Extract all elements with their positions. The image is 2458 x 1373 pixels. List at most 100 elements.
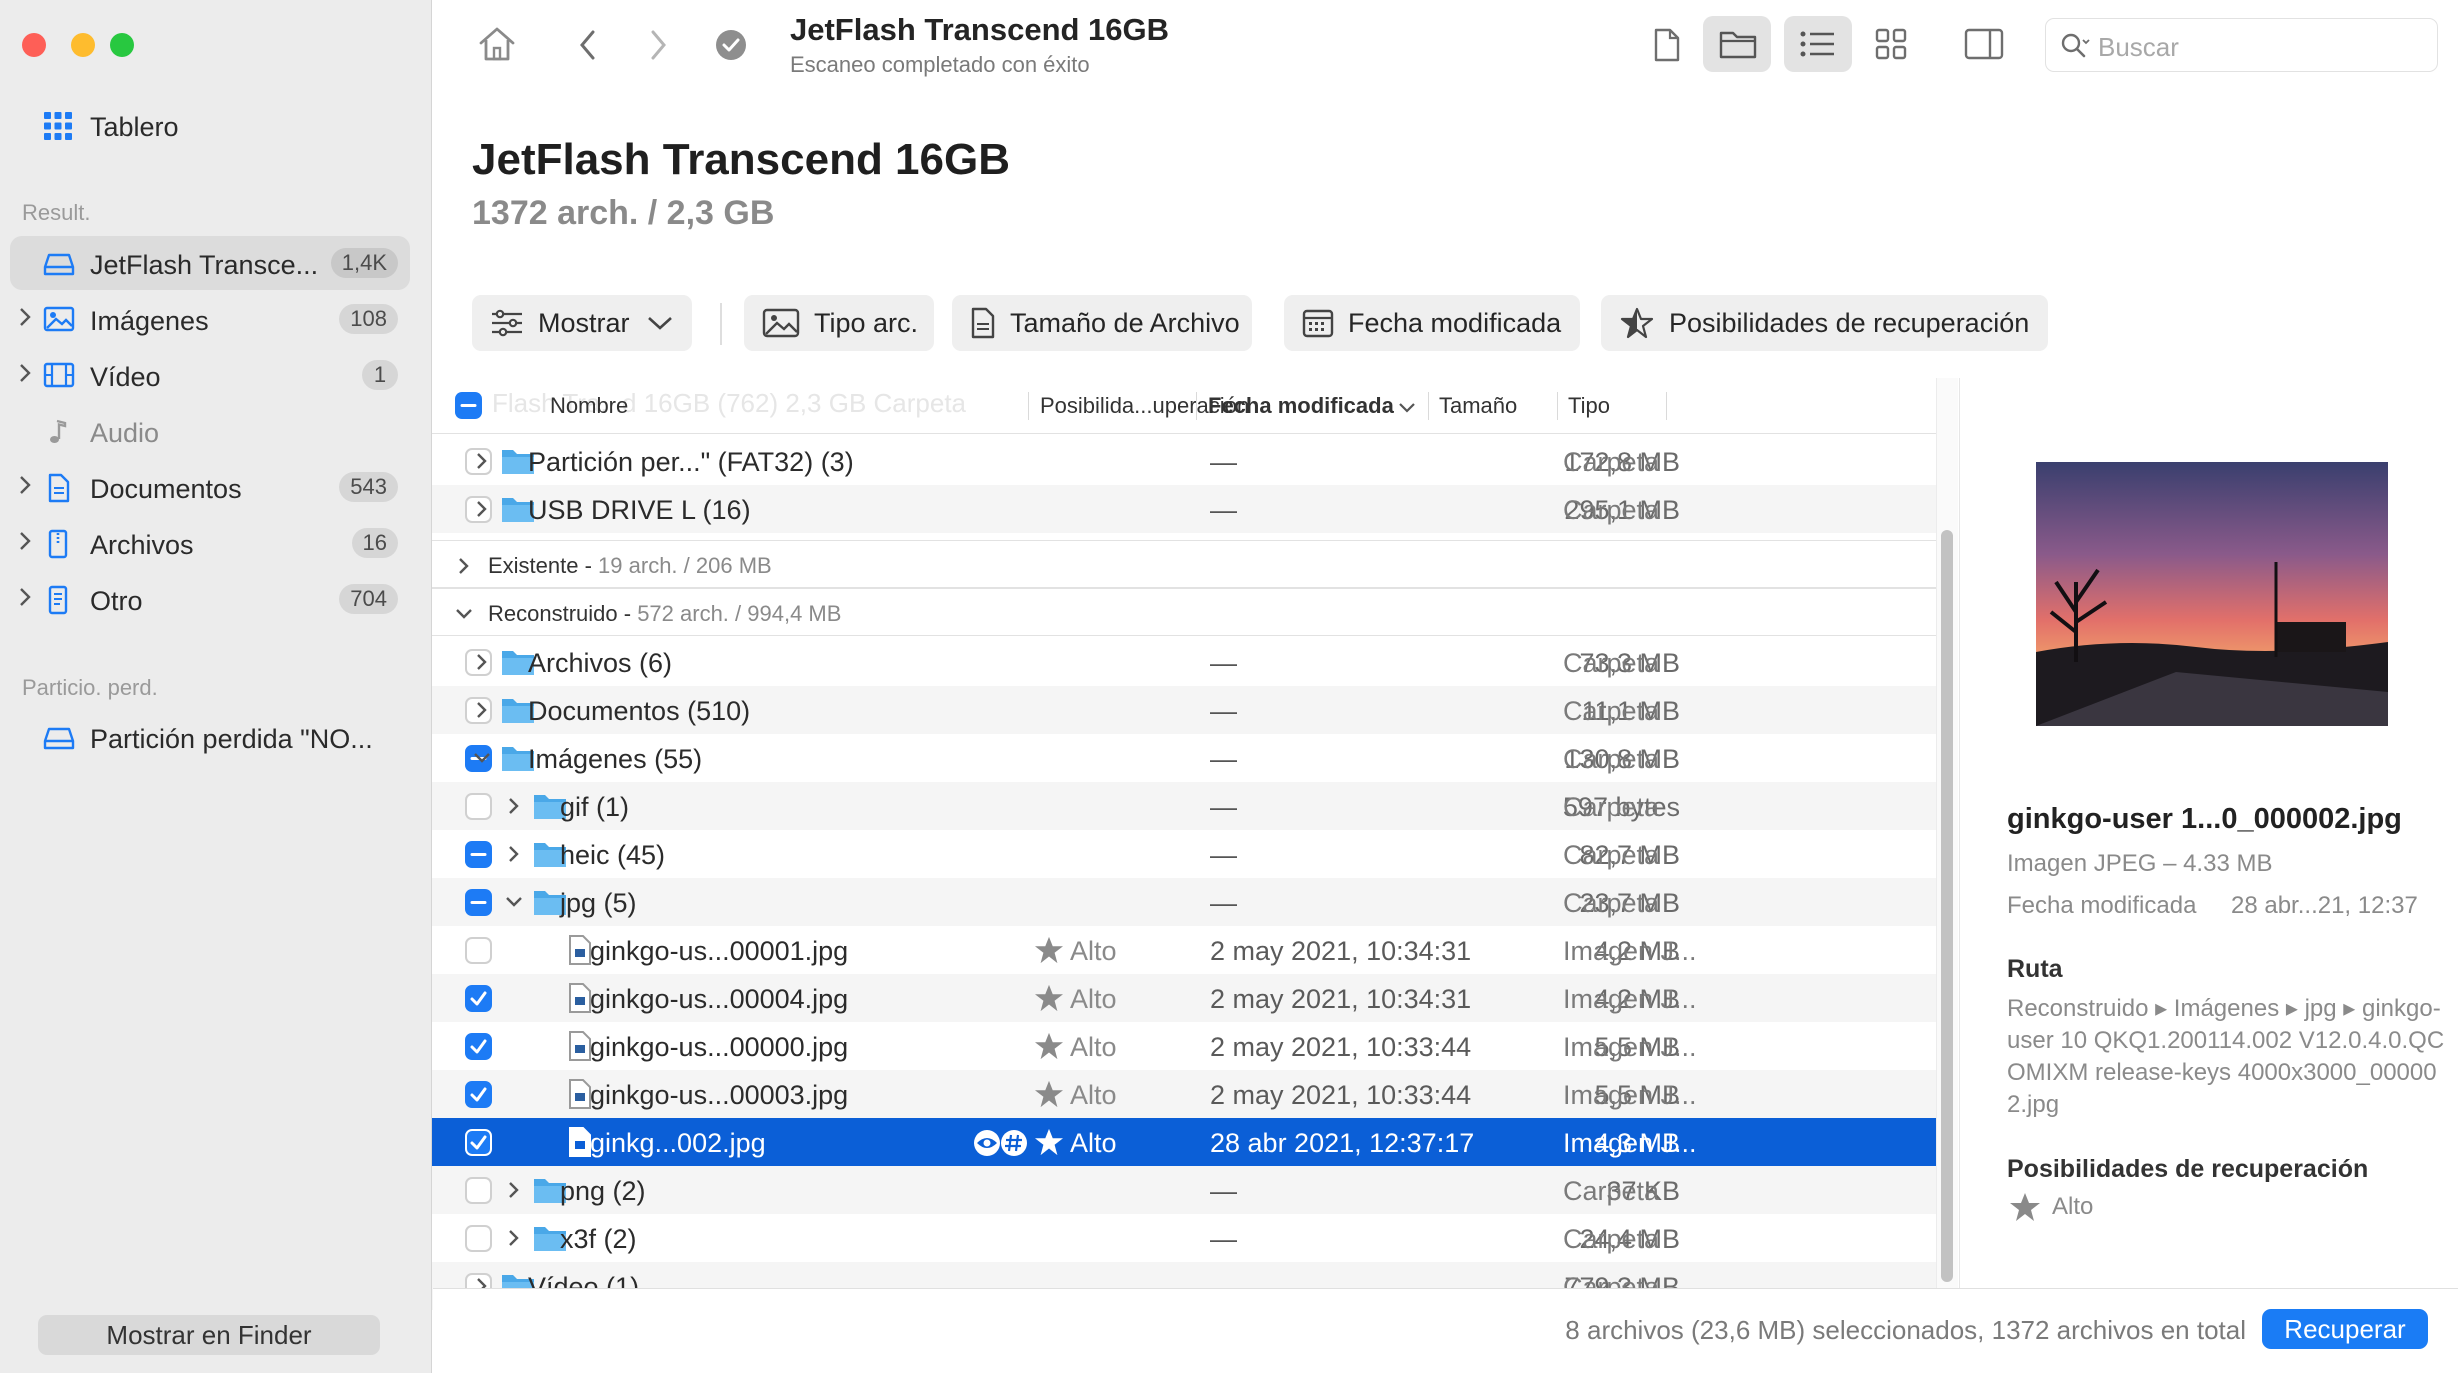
sidebar-item-images[interactable]: Imágenes 108 bbox=[10, 292, 410, 346]
folder-row[interactable]: png (2) —37 KB Carpeta bbox=[432, 1166, 1936, 1214]
count-badge: 543 bbox=[339, 472, 398, 502]
show-in-finder-button[interactable]: Mostrar en Finder bbox=[38, 1315, 380, 1355]
row-name: heic (45) bbox=[560, 840, 666, 870]
file-row[interactable]: ginkgo-us...00000.jpg Alto 2 may 2021, 10:… bbox=[432, 1022, 1936, 1070]
minimize-window-button[interactable] bbox=[71, 33, 95, 57]
preview-eye-icon[interactable] bbox=[972, 1129, 1002, 1157]
file-row[interactable]: ginkgo-us...00004.jpg Alto 2 may 2021, 10:… bbox=[432, 974, 1936, 1022]
preview-panel-icon[interactable] bbox=[1964, 28, 2004, 60]
row-checkbox[interactable] bbox=[465, 889, 492, 916]
folder-row[interactable]: jpg (5) —23,7 MB Carpeta bbox=[432, 878, 1936, 926]
chevron-down-icon[interactable] bbox=[504, 892, 524, 912]
chevron-right-icon[interactable] bbox=[472, 451, 492, 471]
group-header[interactable]: Existente - 19 arch. / 206 MB bbox=[432, 540, 1936, 588]
row-type: Carpeta bbox=[1563, 495, 1660, 525]
chevron-right-icon[interactable] bbox=[472, 652, 492, 672]
row-checkbox[interactable] bbox=[465, 1177, 492, 1204]
column-header-type[interactable]: Tipo bbox=[1568, 393, 1610, 419]
folder-row[interactable]: Documentos (510) —11,1 MB Carpeta bbox=[432, 686, 1936, 734]
chevron-down-icon bbox=[646, 314, 674, 332]
row-type: Imagen J... bbox=[1563, 984, 1697, 1014]
row-checkbox[interactable] bbox=[465, 1033, 492, 1060]
column-divider[interactable] bbox=[1666, 392, 1667, 420]
row-date: 2 may 2021, 10:34:31 bbox=[1210, 984, 1472, 1014]
file-row[interactable]: ginkg...002.jpg Alto 28 abr 2021, 12:37:17… bbox=[432, 1118, 1936, 1166]
column-header-size[interactable]: Tamaño bbox=[1439, 393, 1517, 419]
sidebar-item-archives[interactable]: Archivos 16 bbox=[10, 516, 410, 570]
back-icon[interactable] bbox=[578, 28, 598, 62]
sort-chevron-down-icon[interactable] bbox=[1398, 402, 1416, 414]
chevron-right-icon[interactable] bbox=[454, 556, 474, 576]
folder-row[interactable]: Imágenes (55) —130,8 MB Carpeta bbox=[432, 734, 1936, 782]
chevron-right-icon[interactable] bbox=[504, 796, 524, 816]
chevron-right-icon[interactable] bbox=[504, 844, 524, 864]
row-name: ginkgo-us...00004.jpg bbox=[590, 984, 849, 1014]
column-divider[interactable] bbox=[1428, 392, 1429, 420]
folder-icon bbox=[1719, 29, 1757, 59]
sidebar-item-video[interactable]: Vídeo 1 bbox=[10, 348, 410, 402]
chevron-right-icon[interactable] bbox=[18, 474, 32, 496]
row-checkbox[interactable] bbox=[465, 1129, 492, 1156]
forward-icon[interactable] bbox=[648, 28, 668, 62]
row-type: Carpeta bbox=[1563, 744, 1660, 774]
column-header-name[interactable]: Nombre bbox=[550, 393, 628, 419]
date-modified-filter[interactable]: Fecha modificada bbox=[1284, 295, 1580, 351]
hash-icon[interactable] bbox=[1000, 1129, 1028, 1157]
folder-row[interactable]: Partición per..." (FAT32) (3) —172,8 MB Ca… bbox=[432, 437, 1936, 485]
row-checkbox[interactable] bbox=[465, 1225, 492, 1252]
zoom-window-button[interactable] bbox=[110, 33, 134, 57]
row-name: ginkgo-us...00003.jpg bbox=[590, 1080, 849, 1110]
toolbar-subtitle: Escaneo completado con éxito bbox=[790, 52, 1090, 77]
recover-button[interactable]: Recuperar bbox=[2262, 1309, 2428, 1349]
row-checkbox[interactable] bbox=[465, 1081, 492, 1108]
grid-view-icon[interactable] bbox=[1875, 28, 1907, 60]
show-filter-dropdown[interactable]: Mostrar bbox=[472, 295, 692, 351]
file-size-filter[interactable]: Tamaño de Archivo bbox=[952, 295, 1252, 351]
chevron-right-icon[interactable] bbox=[18, 362, 32, 384]
select-all-checkbox[interactable] bbox=[455, 392, 482, 419]
home-icon[interactable] bbox=[476, 24, 518, 64]
row-checkbox[interactable] bbox=[465, 841, 492, 868]
folder-row[interactable]: gif (1) —597 bytes Carpeta bbox=[432, 782, 1936, 830]
sidebar-item-jetflash[interactable]: JetFlash Transce... 1,4K bbox=[10, 236, 410, 290]
column-header-date[interactable]: Fecha modificada bbox=[1208, 393, 1394, 419]
chevron-right-icon[interactable] bbox=[504, 1180, 524, 1200]
chevron-right-icon[interactable] bbox=[472, 499, 492, 519]
chevron-right-icon[interactable] bbox=[472, 700, 492, 720]
group-header[interactable]: Reconstruido - 572 arch. / 994,4 MB bbox=[432, 588, 1936, 636]
row-name: x3f (2) bbox=[560, 1224, 637, 1254]
file-view-icon[interactable] bbox=[1652, 28, 1682, 62]
chevron-right-icon[interactable] bbox=[504, 1228, 524, 1248]
search-input[interactable]: Buscar bbox=[2045, 18, 2438, 72]
column-divider[interactable] bbox=[1028, 392, 1029, 420]
chevron-right-icon[interactable] bbox=[18, 586, 32, 608]
scrollbar-thumb[interactable] bbox=[1941, 530, 1953, 1282]
file-row[interactable]: ginkgo-us...00001.jpg Alto 2 may 2021, 10:… bbox=[432, 926, 1936, 974]
row-checkbox[interactable] bbox=[465, 985, 492, 1012]
row-checkbox[interactable] bbox=[465, 937, 492, 964]
preview-chances-heading: Posibilidades de recuperación bbox=[2007, 1155, 2369, 1183]
row-checkbox[interactable] bbox=[465, 793, 492, 820]
sidebar-item-other[interactable]: Otro 704 bbox=[10, 572, 410, 626]
chevron-down-icon[interactable] bbox=[472, 748, 492, 768]
sidebar-item-dashboard[interactable]: Tablero bbox=[10, 98, 410, 152]
recovery-chances-filter[interactable]: Posibilidades de recuperación bbox=[1601, 295, 2048, 351]
folder-row[interactable]: heic (45) —82,7 MB Carpeta bbox=[432, 830, 1936, 878]
folder-row[interactable]: x3f (2) —24,4 MB Carpeta bbox=[432, 1214, 1936, 1262]
chevron-right-icon[interactable] bbox=[18, 530, 32, 552]
row-recovery-chance: Alto bbox=[1070, 936, 1117, 966]
star-icon bbox=[1034, 1128, 1064, 1156]
sidebar-item-lost-partition[interactable]: Partición perdida "NO... bbox=[10, 710, 410, 764]
close-window-button[interactable] bbox=[22, 33, 46, 57]
chevron-down-icon[interactable] bbox=[454, 604, 474, 624]
column-divider[interactable] bbox=[1196, 392, 1197, 420]
file-row[interactable]: ginkgo-us...00003.jpg Alto 2 may 2021, 10:… bbox=[432, 1070, 1936, 1118]
star-icon bbox=[1034, 936, 1064, 964]
sidebar-item-documents[interactable]: Documentos 543 bbox=[10, 460, 410, 514]
file-type-filter[interactable]: Tipo arc. bbox=[744, 295, 934, 351]
chevron-right-icon[interactable] bbox=[18, 306, 32, 328]
folder-row[interactable]: USB DRIVE L (16) —295,1 MB Carpeta bbox=[432, 485, 1936, 533]
sidebar-item-audio[interactable]: Audio bbox=[10, 404, 410, 458]
folder-row[interactable]: Archivos (6) —73,3 MB Carpeta bbox=[432, 638, 1936, 686]
column-divider[interactable] bbox=[1557, 392, 1558, 420]
